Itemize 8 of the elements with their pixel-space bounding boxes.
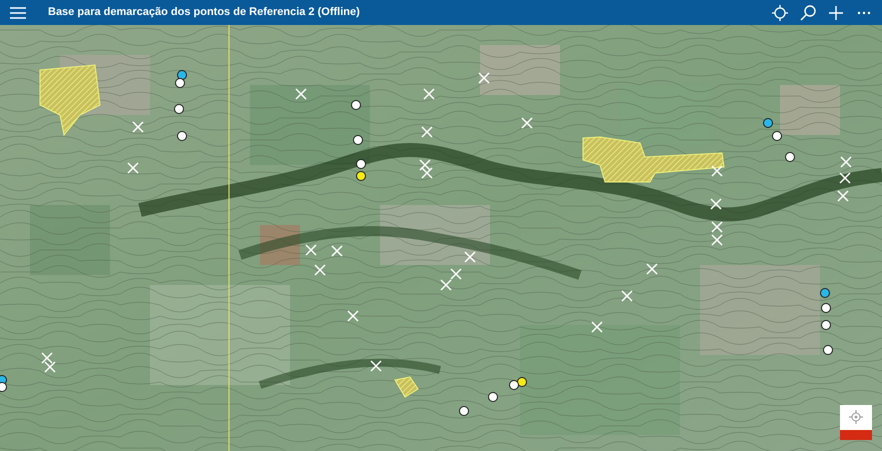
crosshair-icon: [848, 409, 864, 425]
plus-icon: [828, 4, 844, 20]
menu-icon: [10, 6, 26, 18]
crosshair-icon: [772, 4, 788, 20]
search-icon: [800, 4, 816, 20]
locate-widget[interactable]: [840, 405, 872, 440]
more-icon: [857, 10, 871, 14]
window-title: Base para demarcação dos pontos de Referencia 2 (Offline): [48, 5, 360, 20]
